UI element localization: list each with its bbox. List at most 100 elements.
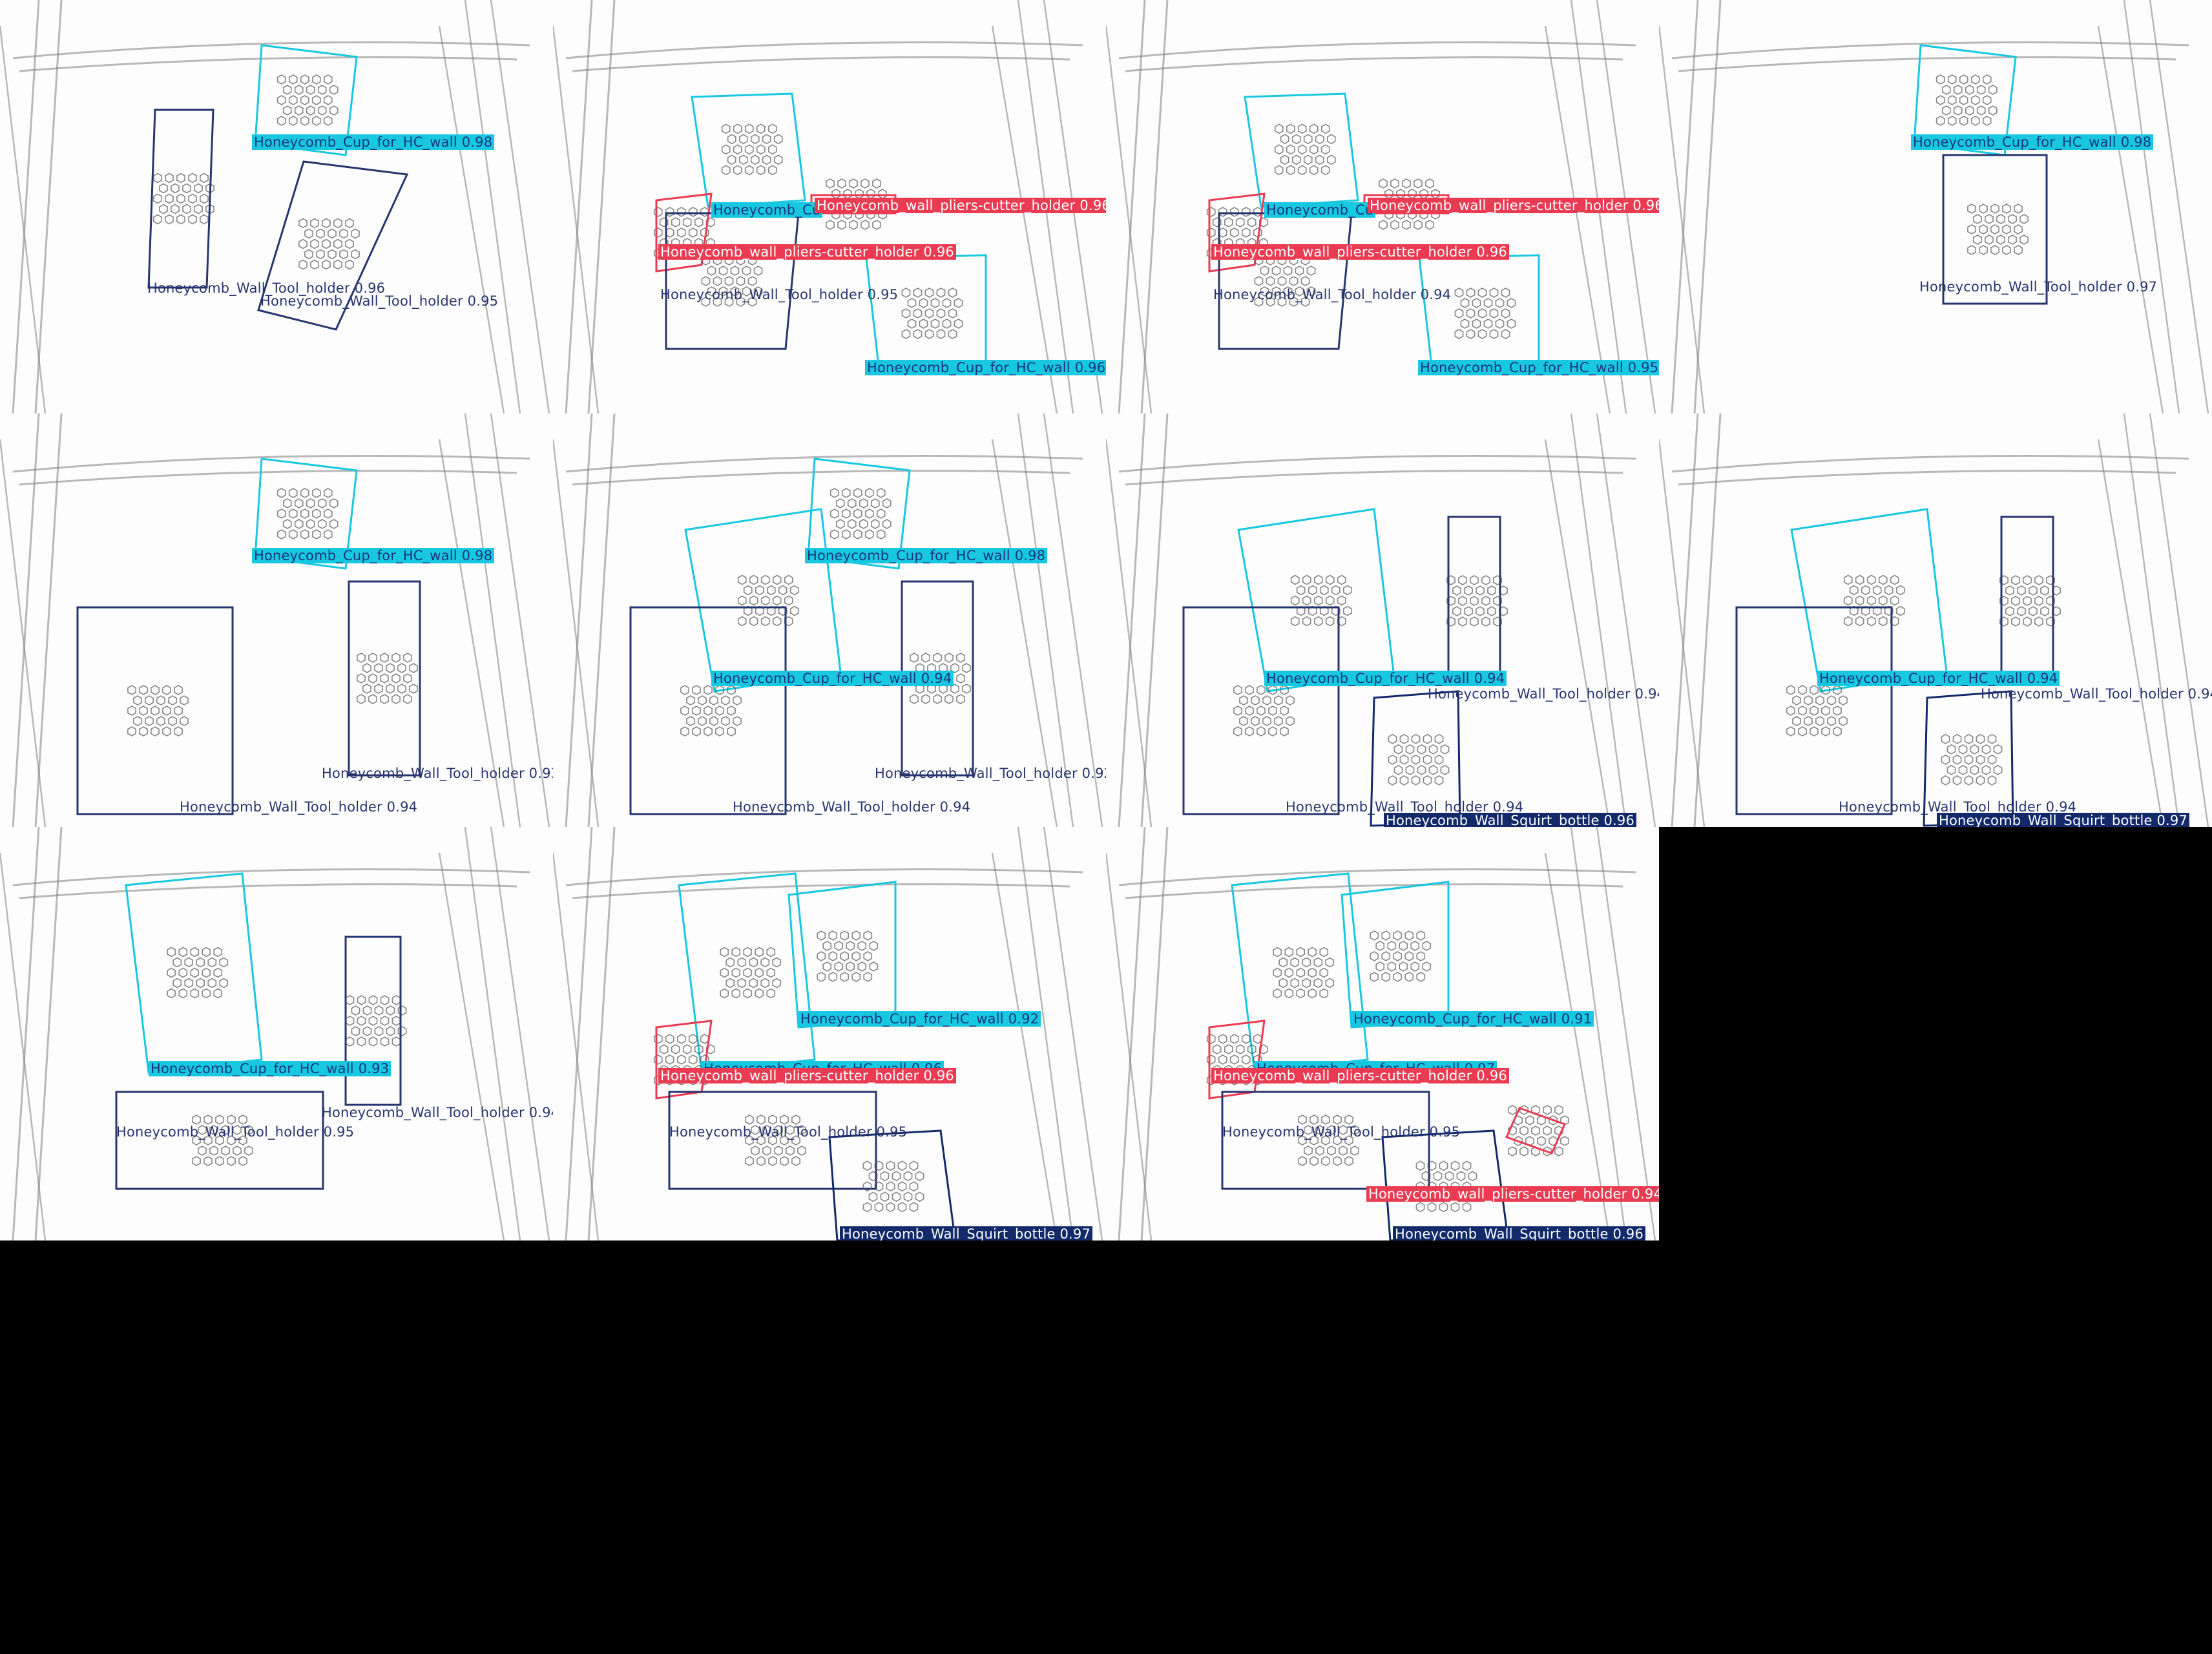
frame-tile-3: Honeycomb_Cu Honeycomb_wall_pliers-cutter… bbox=[1106, 0, 1659, 414]
frame-tile-10: Honeycomb_Cup_for_HC_wall 0.96Honeycomb_… bbox=[553, 827, 1106, 1240]
detection-label-tool: Honeycomb_Wall_Tool_holder 0.94 bbox=[1213, 287, 1452, 302]
frame-sketch bbox=[1659, 0, 2209, 414]
object-sketch bbox=[1941, 733, 2003, 786]
frame-sketch bbox=[0, 0, 550, 414]
bbox-tool bbox=[147, 109, 214, 289]
object-sketch bbox=[167, 947, 229, 999]
bbox-pliers bbox=[655, 193, 713, 273]
bbox-tool bbox=[629, 606, 787, 815]
object-sketch bbox=[1454, 288, 1516, 339]
detection-label-tool: Honeycomb_Wall_Tool_holder 0.95 bbox=[660, 287, 899, 302]
detection-label-tool: Honeycomb_Wall_Tool_holder 0.95 bbox=[669, 1124, 908, 1140]
detection-label-squirt: Honeycomb_Wall_Squirt_bottle 0.96 bbox=[1384, 813, 1637, 827]
bbox-tool bbox=[76, 606, 234, 815]
bbox-tool bbox=[348, 580, 421, 777]
bbox-cup bbox=[684, 508, 842, 693]
bbox-cup bbox=[1244, 92, 1359, 208]
object-sketch bbox=[1388, 733, 1450, 786]
detection-label-cup: Honeycomb_Cu bbox=[1264, 202, 1376, 218]
detection-label-cup: Honeycomb_Cup_for_HC_wall 0.94 bbox=[711, 671, 954, 686]
object-sketch bbox=[192, 1115, 253, 1166]
object-sketch bbox=[745, 1115, 806, 1166]
object-sketch bbox=[1786, 685, 1848, 737]
tile-drawing bbox=[1106, 414, 1656, 827]
detection-label-tool: Honeycomb_Wall_Tool_holder 0.93 bbox=[322, 766, 553, 781]
detection-label-cup: Honeycomb_Cup_for_HC_wall 0.95 bbox=[1418, 360, 1659, 375]
frame-sketch bbox=[1106, 414, 1656, 827]
detection-label-tool: Honeycomb_Wall_Tool_holder 0.94 bbox=[180, 799, 418, 815]
detection-label-squirt: Honeycomb_Wall_Squirt_bottle 0.97 bbox=[840, 1226, 1093, 1240]
frame-tile-7: Honeycomb_Cup_for_HC_wall 0.94 Honeycomb_… bbox=[1106, 414, 1659, 827]
object-sketch bbox=[153, 173, 214, 225]
object-sketch bbox=[1843, 574, 1905, 627]
detection-label-squirt: Honeycomb_Wall_Squirt_bottle 0.97 bbox=[1937, 813, 2190, 827]
bbox-tool bbox=[668, 1091, 877, 1190]
tile-drawing bbox=[0, 414, 550, 827]
object-sketch bbox=[298, 218, 360, 270]
frame-sketch bbox=[553, 414, 1103, 827]
detection-label-cup: Honeycomb_Cup_for_HC_wall 0.96 bbox=[865, 360, 1106, 375]
detection-label-cup: Honeycomb_Cup_for_HC_wall 0.91 bbox=[1351, 1011, 1594, 1027]
object-sketch bbox=[901, 288, 963, 339]
bbox-tool bbox=[2000, 516, 2054, 686]
bbox-tool bbox=[1447, 516, 1501, 686]
bbox-cup bbox=[1341, 881, 1450, 1029]
bbox-tool bbox=[1182, 606, 1340, 815]
object-sketch bbox=[1298, 1115, 1359, 1166]
bbox-tool bbox=[665, 212, 800, 350]
frame-tile-4: Honeycomb_Cup_for_HC_wall 0.98 Honeycomb_… bbox=[1659, 0, 2212, 414]
detection-label-pliers: Honeycomb_wall_pliers-cutter_holder 0.96 bbox=[1211, 1068, 1509, 1083]
object-sketch bbox=[1999, 575, 2061, 627]
detection-label-tool: Honeycomb_Wall_Tool_holder 0.94 bbox=[322, 1105, 553, 1120]
object-sketch bbox=[1233, 685, 1295, 737]
object-sketch bbox=[817, 930, 879, 982]
bbox-tool bbox=[115, 1091, 324, 1190]
frame-tile-1: Honeycomb_Cup_for_HC_wall 0.98 Honeycomb_… bbox=[0, 0, 553, 414]
detection-label-tool: Honeycomb_Wall_Tool_holder 0.97 bbox=[1919, 279, 2158, 295]
bbox-pliers bbox=[1208, 193, 1266, 273]
detection-label-cup: Honeycomb_Cu bbox=[711, 202, 823, 218]
detection-label-cup: Honeycomb_Cup_for_HC_wall 0.92 bbox=[798, 1011, 1041, 1027]
detection-label-tool: Honeycomb_Wall_Tool_holder 0.94 bbox=[1428, 686, 1659, 702]
bbox-tool bbox=[1735, 606, 1893, 815]
bbox-squirt bbox=[1381, 1129, 1509, 1240]
bbox-cup bbox=[1237, 508, 1395, 693]
frame-sketch bbox=[1106, 827, 1656, 1240]
object-sketch bbox=[1936, 74, 1998, 126]
object-sketch bbox=[1370, 930, 1432, 982]
object-sketch bbox=[1290, 574, 1352, 627]
object-sketch bbox=[1446, 575, 1508, 627]
frame-tile-5: Honeycomb_Cup_for_HC_wall 0.98 Honeycomb_… bbox=[0, 414, 553, 827]
object-sketch bbox=[720, 947, 782, 999]
bbox-pliers bbox=[1505, 1107, 1567, 1155]
detection-label-tool: Honeycomb_Wall_Tool_holder 0.95 bbox=[1222, 1124, 1461, 1140]
frame-sketch bbox=[1659, 414, 2209, 827]
tile-drawing bbox=[1106, 827, 1656, 1240]
detection-label-cup: Honeycomb_Cup_for_HC_wall 0.98 bbox=[1911, 134, 2154, 150]
object-sketch bbox=[721, 123, 783, 176]
frame-tile-2: Honeycomb_Cu Honeycomb_wall_pliers-cutter… bbox=[553, 0, 1106, 414]
bbox-pliers bbox=[655, 1020, 713, 1100]
detection-label-pliers: Honeycomb_wall_pliers-cutter_holder 0.94 bbox=[1366, 1186, 1659, 1202]
detection-label-tool: Honeycomb_Wall_Tool_holder 0.95 bbox=[260, 293, 499, 309]
object-sketch bbox=[276, 488, 339, 539]
tile-drawing bbox=[553, 827, 1103, 1240]
object-sketch bbox=[276, 74, 339, 126]
detection-label-cup: Honeycomb_Cup_for_HC_wall 0.98 bbox=[805, 548, 1048, 563]
detection-label-cup: Honeycomb_Cup_for_HC_wall 0.94 bbox=[1817, 671, 2060, 686]
detection-label-tool: Honeycomb_Wall_Tool_holder 0.95 bbox=[116, 1124, 355, 1140]
object-sketch bbox=[737, 574, 799, 627]
bbox-cup bbox=[865, 254, 987, 373]
bbox-tool bbox=[1218, 212, 1353, 350]
object-sketch bbox=[345, 995, 407, 1047]
detection-label-cup: Honeycomb_Cup_for_HC_wall 0.93 bbox=[149, 1061, 391, 1076]
detection-label-pliers: Honeycomb_wall_pliers-cutter_holder 0.96 bbox=[1211, 244, 1509, 260]
detection-label-pliers: Honeycomb_wall_pliers-cutter_holder 0.96 bbox=[815, 198, 1106, 213]
object-sketch bbox=[1967, 204, 2029, 255]
frame-tile-9: Honeycomb_Cup_for_HC_wall 0.93 Honeycomb_… bbox=[0, 827, 553, 1240]
frame-tile-11: Honeycomb_Cup_for_HC_wall 0.97Honeycomb_… bbox=[1106, 827, 1659, 1240]
tile-drawing bbox=[0, 827, 550, 1240]
tile-drawing bbox=[1659, 414, 2209, 827]
detection-label-pliers: Honeycomb_wall_pliers-cutter_holder 0.96 bbox=[658, 244, 956, 260]
tile-drawing bbox=[0, 0, 550, 414]
